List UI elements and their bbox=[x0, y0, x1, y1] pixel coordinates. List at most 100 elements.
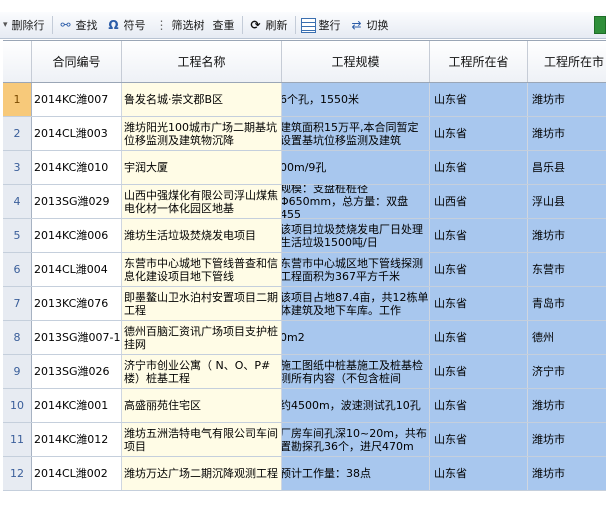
table-row[interactable]: 9 2013SG潍026 济宁市创业公寓（ N、O、P#楼）桩基工程 施工图纸中桩基施… bbox=[3, 355, 606, 389]
project-name-cell[interactable]: 潍坊五洲浩特电气有限公司车间项目 bbox=[122, 423, 282, 456]
row-number-cell[interactable]: 3 bbox=[3, 151, 32, 184]
province-cell[interactable]: 山东省 bbox=[430, 117, 528, 150]
column-header-project-name[interactable]: 工程名称 bbox=[122, 41, 282, 82]
contract-no-cell[interactable]: 2013SG潍029 bbox=[32, 185, 122, 218]
project-name-cell[interactable]: 潍坊万达广场二期沉降观测工程 bbox=[122, 457, 282, 490]
column-header-city[interactable]: 工程所在市 bbox=[528, 41, 606, 82]
city-cell[interactable]: 潍坊市 bbox=[528, 83, 606, 116]
column-header-project-scale[interactable]: 工程规模 bbox=[282, 41, 430, 82]
project-name-cell[interactable]: 山西中强煤化有限公司浮山煤焦电化材一体化园区地基 bbox=[122, 185, 282, 218]
city-cell[interactable]: 昌乐县 bbox=[528, 151, 606, 184]
project-name-cell[interactable]: 济宁市创业公寓（ N、O、P#楼）桩基工程 bbox=[122, 355, 282, 388]
city-cell[interactable]: 潍坊市 bbox=[528, 457, 606, 490]
project-name-cell[interactable]: 潍坊阳光100城市广场二期基坑位移监测及建筑物沉降 bbox=[122, 117, 282, 150]
row-number-cell[interactable]: 11 bbox=[3, 423, 32, 456]
project-scale-cell[interactable]: 0m2 bbox=[282, 321, 430, 354]
switch-button[interactable]: ⇄ 切换 bbox=[346, 14, 392, 36]
filter-tree-button[interactable]: ⋮ 筛选树 bbox=[151, 14, 208, 36]
row-number-cell[interactable]: 6 bbox=[3, 253, 32, 286]
province-cell[interactable]: 山东省 bbox=[430, 457, 528, 490]
province-cell[interactable]: 山东省 bbox=[430, 287, 528, 320]
find-button[interactable]: ⚯ 查找 bbox=[55, 14, 101, 36]
contract-no-cell[interactable]: 2014KC潍012 bbox=[32, 423, 122, 456]
table-row[interactable]: 12 2014CL潍002 潍坊万达广场二期沉降观测工程 预计工作量：38点 山东省 潍坊… bbox=[3, 457, 606, 491]
project-name-cell[interactable]: 德州百脑汇资讯广场项目支护桩挂网 bbox=[122, 321, 282, 354]
province-cell[interactable]: 山东省 bbox=[430, 321, 528, 354]
row-number-cell[interactable]: 9 bbox=[3, 355, 32, 388]
province-cell[interactable]: 山东省 bbox=[430, 151, 528, 184]
project-scale-cell[interactable]: 约4500m，波速测试孔10孔 bbox=[282, 389, 430, 422]
column-header-contract-no[interactable]: 合同编号 bbox=[32, 41, 122, 82]
row-number-cell[interactable]: 12 bbox=[3, 457, 32, 490]
contract-no-cell[interactable]: 2014KC潍010 bbox=[32, 151, 122, 184]
city-cell[interactable]: 潍坊市 bbox=[528, 219, 606, 252]
city-cell[interactable]: 青岛市 bbox=[528, 287, 606, 320]
whole-row-button[interactable]: 整行 bbox=[298, 14, 344, 36]
refresh-button[interactable]: ⟳ 刷新 bbox=[245, 14, 291, 36]
province-cell[interactable]: 山东省 bbox=[430, 389, 528, 422]
project-scale-cell[interactable]: 该项目占地87.4亩，共12栋单体建筑及地下车库。工作 bbox=[282, 287, 430, 320]
row-number-cell[interactable]: 5 bbox=[3, 219, 32, 252]
project-scale-cell[interactable]: 东营市中心城区地下管线探测工程面积为367平方千米 bbox=[282, 253, 430, 286]
excel-export-icon[interactable] bbox=[594, 16, 606, 34]
row-number-cell[interactable]: 4 bbox=[3, 185, 32, 218]
contract-no-cell[interactable]: 2014CL潍002 bbox=[32, 457, 122, 490]
province-cell[interactable]: 山东省 bbox=[430, 355, 528, 388]
row-number-cell[interactable]: 8 bbox=[3, 321, 32, 354]
project-scale-cell[interactable]: 建筑面积15万平,本合同暂定设置基坑位移监测及建筑 bbox=[282, 117, 430, 150]
province-cell[interactable]: 山东省 bbox=[430, 219, 528, 252]
contract-no-cell[interactable]: 2013KC潍076 bbox=[32, 287, 122, 320]
project-name-cell[interactable]: 潍坊生活垃圾焚烧发电项目 bbox=[122, 219, 282, 252]
table-row[interactable]: 10 2014KC潍001 高盛丽苑住宅区 约4500m，波速测试孔10孔 山东省 潍坊市 bbox=[3, 389, 606, 423]
table-row[interactable]: 7 2013KC潍076 即墨鳌山卫水泊村安置项目二期工程 该项目占地87.4亩，共1… bbox=[3, 287, 606, 321]
table-row[interactable]: 2 2014CL潍003 潍坊阳光100城市广场二期基坑位移监测及建筑物沉降 建筑面积… bbox=[3, 117, 606, 151]
project-scale-cell[interactable]: 预计工作量：38点 bbox=[282, 457, 430, 490]
project-scale-cell[interactable]: 00m/9孔 bbox=[282, 151, 430, 184]
province-cell[interactable]: 山西省 bbox=[430, 185, 528, 218]
row-number-cell[interactable]: 7 bbox=[3, 287, 32, 320]
project-name-cell[interactable]: 宇润大厦 bbox=[122, 151, 282, 184]
table-row[interactable]: 3 2014KC潍010 宇润大厦 00m/9孔 山东省 昌乐县 bbox=[3, 151, 606, 185]
delete-row-button[interactable]: ▾ 删除行 bbox=[0, 14, 48, 36]
contract-no-cell[interactable]: 2014CL潍004 bbox=[32, 253, 122, 286]
toolbar-separator bbox=[241, 16, 243, 34]
table-row[interactable]: 6 2014CL潍004 东营市中心城地下管线普查和信息化建设项目地下管线 东营市中心… bbox=[3, 253, 606, 287]
city-cell[interactable]: 德州 bbox=[528, 321, 606, 354]
check-duplicates-button[interactable]: 查重 bbox=[210, 14, 238, 36]
project-scale-cell[interactable]: 厂房车间孔深10~20m，共布置勘探孔36个，进尺470m bbox=[282, 423, 430, 456]
contract-no-cell[interactable]: 2013SG潍026 bbox=[32, 355, 122, 388]
city-cell[interactable]: 潍坊市 bbox=[528, 389, 606, 422]
row-number-cell[interactable]: 1 bbox=[3, 83, 32, 116]
table-row[interactable]: 8 2013SG潍007-1 德州百脑汇资讯广场项目支护桩挂网 0m2 山东省 德州 bbox=[3, 321, 606, 355]
province-cell-text: 山东省 bbox=[434, 297, 467, 310]
city-cell[interactable]: 东营市 bbox=[528, 253, 606, 286]
contract-no-cell[interactable]: 2013SG潍007-1 bbox=[32, 321, 122, 354]
city-cell[interactable]: 潍坊市 bbox=[528, 423, 606, 456]
project-scale-cell[interactable]: 规模：支盘桩桩径Φ650mm，总方量：双盘455 bbox=[282, 185, 430, 218]
project-name-cell[interactable]: 鲁发名城·崇文郡B区 bbox=[122, 83, 282, 116]
column-header-province[interactable]: 工程所在省 bbox=[430, 41, 528, 82]
symbol-button[interactable]: Ω 符号 bbox=[103, 14, 149, 36]
row-number-cell[interactable]: 10 bbox=[3, 389, 32, 422]
city-cell[interactable]: 济宁市 bbox=[528, 355, 606, 388]
contract-no-cell[interactable]: 2014CL潍003 bbox=[32, 117, 122, 150]
table-row[interactable]: 5 2014KC潍006 潍坊生活垃圾焚烧发电项目 该项目垃圾焚烧发电厂日处理生活垃圾… bbox=[3, 219, 606, 253]
row-number-cell[interactable]: 2 bbox=[3, 117, 32, 150]
project-scale-cell[interactable]: 施工图纸中桩基施工及桩基检测所有内容（不包含桩间 bbox=[282, 355, 430, 388]
province-cell[interactable]: 山东省 bbox=[430, 423, 528, 456]
project-scale-cell[interactable]: 6个孔，1550米 bbox=[282, 83, 430, 116]
table-row[interactable]: 4 2013SG潍029 山西中强煤化有限公司浮山煤焦电化材一体化园区地基 规模：支盘… bbox=[3, 185, 606, 219]
table-row[interactable]: 1 2014KC潍007 鲁发名城·崇文郡B区 6个孔，1550米 山东省 潍坊市 bbox=[3, 83, 606, 117]
table-row[interactable]: 11 2014KC潍012 潍坊五洲浩特电气有限公司车间项目 厂房车间孔深10~20m… bbox=[3, 423, 606, 457]
province-cell[interactable]: 山东省 bbox=[430, 83, 528, 116]
project-scale-cell[interactable]: 该项目垃圾焚烧发电厂日处理生活垃圾1500吨/日 bbox=[282, 219, 430, 252]
province-cell[interactable]: 山东省 bbox=[430, 253, 528, 286]
project-name-cell[interactable]: 即墨鳌山卫水泊村安置项目二期工程 bbox=[122, 287, 282, 320]
contract-no-cell[interactable]: 2014KC潍001 bbox=[32, 389, 122, 422]
city-cell[interactable]: 浮山县 bbox=[528, 185, 606, 218]
project-name-cell[interactable]: 东营市中心城地下管线普查和信息化建设项目地下管线 bbox=[122, 253, 282, 286]
contract-no-cell[interactable]: 2014KC潍007 bbox=[32, 83, 122, 116]
project-name-cell[interactable]: 高盛丽苑住宅区 bbox=[122, 389, 282, 422]
contract-no-cell[interactable]: 2014KC潍006 bbox=[32, 219, 122, 252]
city-cell[interactable]: 潍坊市 bbox=[528, 117, 606, 150]
